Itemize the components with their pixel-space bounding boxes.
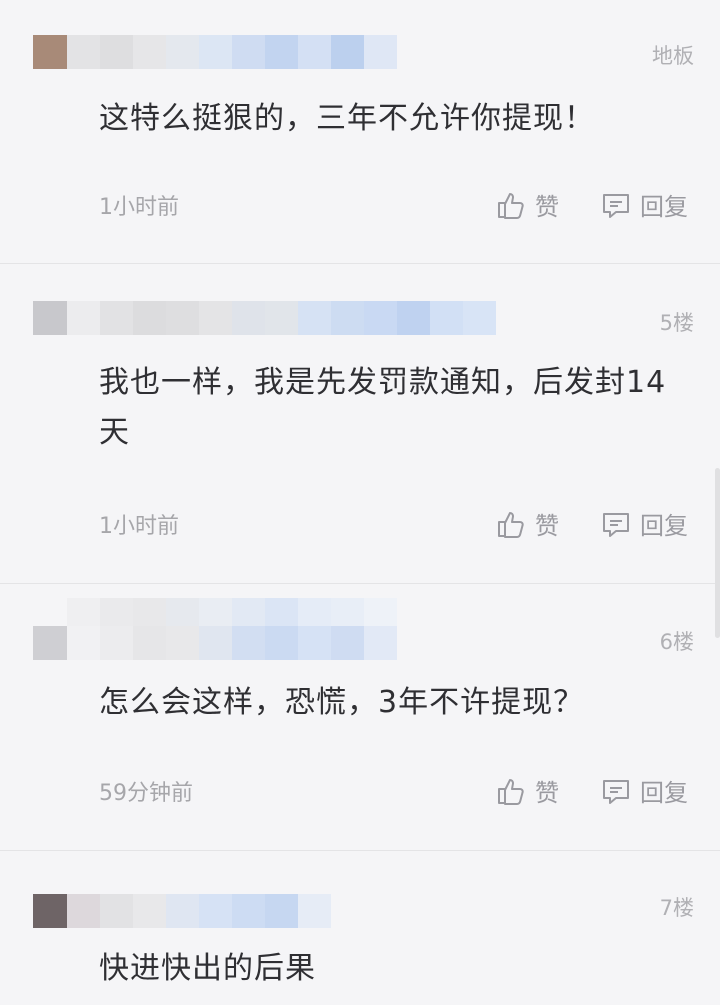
avatar[interactable] — [33, 35, 67, 69]
reply-button[interactable]: 回复 — [600, 506, 688, 541]
comment-bubble-icon — [603, 512, 629, 537]
reply-label: 回复 — [640, 779, 688, 807]
like-button[interactable]: 赞 — [495, 506, 559, 541]
username-blurred[interactable] — [67, 35, 397, 69]
comment-time: 59分钟前 — [99, 781, 193, 806]
comment-item: 5楼 我也一样，我是先发罚款通知，后发封14天 1小时前 赞 回复 — [0, 264, 720, 582]
floor-label: 地板 — [652, 44, 694, 68]
reply-button[interactable]: 回复 — [600, 187, 688, 222]
comment-bubble-icon — [603, 779, 629, 804]
comment-item: 6楼 怎么会这样，恐慌，3年不许提现？ 59分钟前 赞 回复 — [0, 584, 720, 850]
username-blurred[interactable] — [67, 626, 397, 660]
comment-list: 地板 这特么挺狠的，三年不允许你提现！ 1小时前 赞 回复 5楼 我也一样，我是… — [0, 0, 720, 1005]
reply-button[interactable]: 回复 — [600, 773, 688, 808]
thumbs-up-icon — [498, 192, 524, 219]
floor-label: 5楼 — [659, 311, 694, 335]
comment-text: 我也一样，我是先发罚款通知，后发封14天 — [99, 365, 667, 450]
comment-text: 快进快出的后果 — [99, 951, 316, 986]
comment-time: 1小时前 — [99, 195, 179, 220]
floor-label: 7楼 — [659, 896, 694, 920]
thumbs-up-icon — [498, 778, 524, 805]
like-label: 赞 — [535, 779, 559, 807]
scrollbar[interactable] — [715, 468, 720, 638]
like-label: 赞 — [535, 512, 559, 540]
avatar[interactable] — [33, 301, 67, 335]
comment-item: 7楼 快进快出的后果 — [0, 851, 720, 1005]
like-button[interactable]: 赞 — [495, 187, 559, 222]
like-label: 赞 — [535, 193, 559, 221]
reply-label: 回复 — [640, 193, 688, 221]
username-blurred[interactable] — [67, 894, 331, 928]
comment-bubble-icon — [603, 193, 629, 218]
comment-text: 怎么会这样，恐慌，3年不许提现？ — [99, 685, 585, 720]
thumbs-up-icon — [498, 511, 524, 538]
avatar[interactable] — [33, 626, 67, 660]
like-button[interactable]: 赞 — [495, 773, 559, 808]
comment-time: 1小时前 — [99, 514, 179, 539]
comment-text: 这特么挺狠的，三年不允许你提现！ — [99, 101, 595, 136]
avatar[interactable] — [33, 894, 67, 928]
floor-label: 6楼 — [659, 630, 694, 654]
reply-label: 回复 — [640, 512, 688, 540]
username-blurred[interactable] — [67, 301, 496, 335]
comment-item: 地板 这特么挺狠的，三年不允许你提现！ 1小时前 赞 回复 — [0, 0, 720, 262]
